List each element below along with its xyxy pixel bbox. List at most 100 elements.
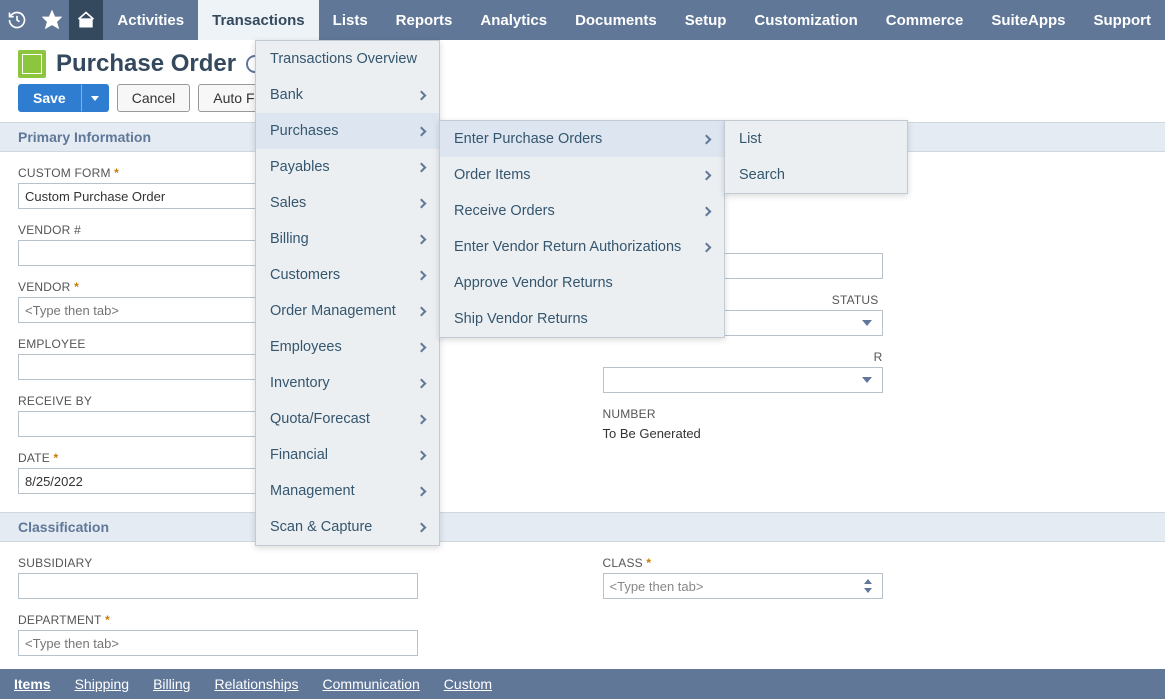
menu-transactions-customers[interactable]: Customers	[256, 257, 439, 293]
value-number: To Be Generated	[603, 424, 1003, 441]
menu-item-label: Management	[270, 483, 355, 499]
cancel-button[interactable]: Cancel	[117, 84, 191, 112]
nav-item-reports[interactable]: Reports	[382, 0, 467, 40]
section-classification-header: Classification	[0, 512, 1165, 542]
nav-item-activities[interactable]: Activities	[103, 0, 198, 40]
field-number: NUMBER To Be Generated	[603, 407, 1003, 441]
star-icon[interactable]	[34, 0, 68, 40]
home-icon[interactable]	[69, 0, 103, 40]
chevron-right-icon	[417, 90, 427, 100]
menu-item-label: Financial	[270, 447, 328, 463]
page-header: Purchase Order	[0, 40, 1165, 84]
menu-item-label: Approve Vendor Returns	[454, 275, 613, 291]
menu-transactions-management[interactable]: Management	[256, 473, 439, 509]
save-dropdown-button[interactable]	[81, 84, 109, 112]
label-number: NUMBER	[603, 407, 1003, 421]
nav-item-documents[interactable]: Documents	[561, 0, 671, 40]
menu-purchases-ship-vendor-returns[interactable]: Ship Vendor Returns	[440, 301, 724, 337]
nav-item-setup[interactable]: Setup	[671, 0, 741, 40]
chevron-right-icon	[417, 162, 427, 172]
menu-transactions-financial[interactable]: Financial	[256, 437, 439, 473]
tab-billing[interactable]: Billing	[153, 676, 190, 692]
bottom-tabs: Items Shipping Billing Relationships Communi…	[0, 669, 1165, 699]
page-type-icon	[18, 50, 46, 78]
menu-po-list[interactable]: List	[725, 121, 907, 157]
menu-item-label: Inventory	[270, 375, 330, 391]
menu-item-label: Order Management	[270, 303, 396, 319]
input-department[interactable]	[18, 630, 418, 656]
menu-item-label: Customers	[270, 267, 340, 283]
menu-purchases-enter-purchase-orders[interactable]: Enter Purchase Orders	[440, 121, 724, 157]
nav-item-suiteapps[interactable]: SuiteApps	[977, 0, 1079, 40]
menu-transactions-inventory[interactable]: Inventory	[256, 365, 439, 401]
history-icon[interactable]	[0, 0, 34, 40]
menu-item-label: Search	[739, 167, 785, 183]
tab-items[interactable]: Items	[14, 676, 51, 692]
menu-transactions: Transactions OverviewBank Purchases Payabl…	[255, 40, 440, 546]
menu-purchases: Enter Purchase Orders Order Items Receive …	[439, 120, 725, 338]
menu-item-label: Scan & Capture	[270, 519, 372, 535]
menu-transactions-order-management[interactable]: Order Management	[256, 293, 439, 329]
menu-purchases-receive-orders[interactable]: Receive Orders	[440, 193, 724, 229]
select-blank2[interactable]	[603, 367, 883, 393]
menu-transactions-scan-capture[interactable]: Scan & Capture	[256, 509, 439, 545]
double-chevron-icon	[862, 579, 876, 593]
save-button[interactable]: Save	[18, 84, 81, 112]
tab-relationships[interactable]: Relationships	[214, 676, 298, 692]
menu-item-label: Billing	[270, 231, 309, 247]
menu-item-label: Order Items	[454, 167, 531, 183]
menu-transactions-billing[interactable]: Billing	[256, 221, 439, 257]
chevron-right-icon	[417, 522, 427, 532]
top-nav: ActivitiesTransactionsListsReportsAnalyt…	[0, 0, 1165, 40]
tab-custom[interactable]: Custom	[444, 676, 492, 692]
label-blank2: R	[603, 350, 883, 364]
chevron-right-icon	[417, 126, 427, 136]
menu-transactions-quota-forecast[interactable]: Quota/Forecast	[256, 401, 439, 437]
nav-item-lists[interactable]: Lists	[319, 0, 382, 40]
menu-item-label: Quota/Forecast	[270, 411, 370, 427]
nav-item-analytics[interactable]: Analytics	[466, 0, 561, 40]
input-subsidiary[interactable]	[18, 573, 418, 599]
chevron-right-icon	[417, 414, 427, 424]
nav-item-transactions[interactable]: Transactions	[198, 0, 319, 40]
nav-item-customization[interactable]: Customization	[740, 0, 871, 40]
chevron-right-icon	[702, 134, 712, 144]
classification-form: SUBSIDIARY DEPARTMENT CLASS <Type then t…	[0, 542, 1165, 674]
select-class[interactable]: <Type then tab>	[603, 573, 883, 599]
chevron-down-icon	[862, 320, 872, 326]
chevron-right-icon	[417, 270, 427, 280]
menu-item-label: Enter Vendor Return Authorizations	[454, 239, 681, 255]
menu-transactions-bank[interactable]: Bank	[256, 77, 439, 113]
select-class-value: <Type then tab>	[610, 579, 704, 594]
field-subsidiary: SUBSIDIARY	[18, 556, 418, 599]
nav-item-commerce[interactable]: Commerce	[872, 0, 978, 40]
menu-purchases-approve-vendor-returns[interactable]: Approve Vendor Returns	[440, 265, 724, 301]
nav-item-support[interactable]: Support	[1080, 0, 1165, 40]
menu-purchases-enter-vendor-return-authorizations[interactable]: Enter Vendor Return Authorizations	[440, 229, 724, 265]
chevron-right-icon	[417, 306, 427, 316]
menu-item-label: Enter Purchase Orders	[454, 131, 602, 147]
chevron-down-icon	[91, 96, 99, 101]
chevron-right-icon	[417, 234, 427, 244]
label-department: DEPARTMENT	[18, 613, 418, 627]
page-title: Purchase Order	[56, 50, 236, 78]
chevron-right-icon	[417, 486, 427, 496]
menu-transactions-transactions-overview[interactable]: Transactions Overview	[256, 41, 439, 77]
menu-po-search[interactable]: Search	[725, 157, 907, 193]
label-subsidiary: SUBSIDIARY	[18, 556, 418, 570]
menu-enter-po: List Search	[724, 120, 908, 194]
chevron-right-icon	[417, 378, 427, 388]
menu-transactions-employees[interactable]: Employees	[256, 329, 439, 365]
menu-item-label: List	[739, 131, 762, 147]
menu-item-label: Purchases	[270, 123, 339, 139]
tab-communication[interactable]: Communication	[323, 676, 420, 692]
chevron-right-icon	[702, 206, 712, 216]
menu-purchases-order-items[interactable]: Order Items	[440, 157, 724, 193]
menu-item-label: Sales	[270, 195, 306, 211]
menu-transactions-sales[interactable]: Sales	[256, 185, 439, 221]
field-class: CLASS <Type then tab>	[603, 556, 883, 599]
menu-transactions-payables[interactable]: Payables	[256, 149, 439, 185]
tab-shipping[interactable]: Shipping	[75, 676, 130, 692]
menu-transactions-purchases[interactable]: Purchases	[256, 113, 439, 149]
chevron-right-icon	[702, 242, 712, 252]
